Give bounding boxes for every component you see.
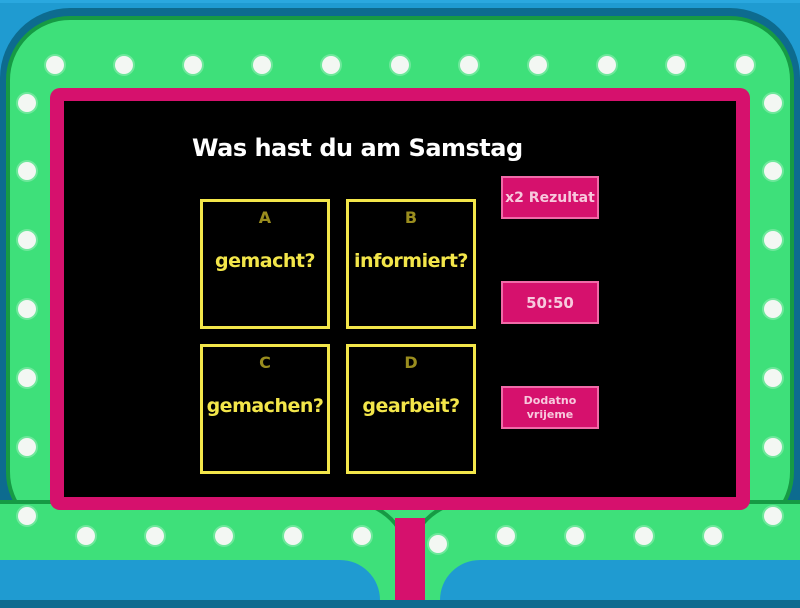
light-bulb <box>353 527 371 545</box>
light-bulb <box>460 56 478 74</box>
light-bulb <box>764 369 782 387</box>
answer-letter: A <box>258 208 272 227</box>
light-bulb <box>18 300 36 318</box>
light-bulb <box>429 535 447 553</box>
board-stem-base-left <box>0 560 380 600</box>
answer-text: gearbeit? <box>362 395 460 417</box>
answer-letter: D <box>404 353 418 372</box>
background-stripe <box>0 0 800 3</box>
light-bulb <box>764 231 782 249</box>
board-stem-gap <box>395 518 425 600</box>
light-bulb <box>764 438 782 456</box>
answer-text: gemacht? <box>215 250 316 272</box>
light-bulb <box>18 94 36 112</box>
light-bulb <box>635 527 653 545</box>
light-bulb <box>529 56 547 74</box>
light-bulb <box>764 162 782 180</box>
light-bulb <box>253 56 271 74</box>
light-bulb <box>46 56 64 74</box>
answer-d-button[interactable]: D gearbeit? <box>346 344 476 474</box>
extra-time-button[interactable]: Dodatno vrijeme <box>501 386 599 429</box>
answer-text: gemachen? <box>206 395 324 417</box>
answer-text: informiert? <box>354 250 468 272</box>
light-bulb <box>391 56 409 74</box>
light-bulb <box>598 56 616 74</box>
answer-c-button[interactable]: C gemachen? <box>200 344 330 474</box>
light-bulb <box>146 527 164 545</box>
light-bulb <box>18 507 36 525</box>
light-bulb <box>704 527 722 545</box>
light-bulb <box>18 438 36 456</box>
light-bulb <box>667 56 685 74</box>
light-bulb <box>184 56 202 74</box>
answer-a-button[interactable]: A gemacht? <box>200 199 330 329</box>
double-score-button[interactable]: x2 Rezultat <box>501 176 599 219</box>
light-bulb <box>77 527 95 545</box>
light-bulb <box>736 56 754 74</box>
light-bulb <box>18 231 36 249</box>
light-bulb <box>497 527 515 545</box>
light-bulb <box>215 527 233 545</box>
light-bulb <box>764 94 782 112</box>
light-bulb <box>322 56 340 74</box>
light-bulb <box>764 507 782 525</box>
light-bulb <box>18 162 36 180</box>
light-bulb <box>566 527 584 545</box>
fifty-fifty-button[interactable]: 50:50 <box>501 281 599 324</box>
light-bulb <box>18 369 36 387</box>
board-stem-base-right <box>440 560 800 600</box>
answer-letter: C <box>259 353 271 372</box>
answer-letter: B <box>404 208 418 227</box>
light-bulb <box>284 527 302 545</box>
light-bulb <box>115 56 133 74</box>
light-bulb <box>764 300 782 318</box>
answer-b-button[interactable]: B informiert? <box>346 199 476 329</box>
question-text: Was hast du am Samstag <box>192 134 523 162</box>
